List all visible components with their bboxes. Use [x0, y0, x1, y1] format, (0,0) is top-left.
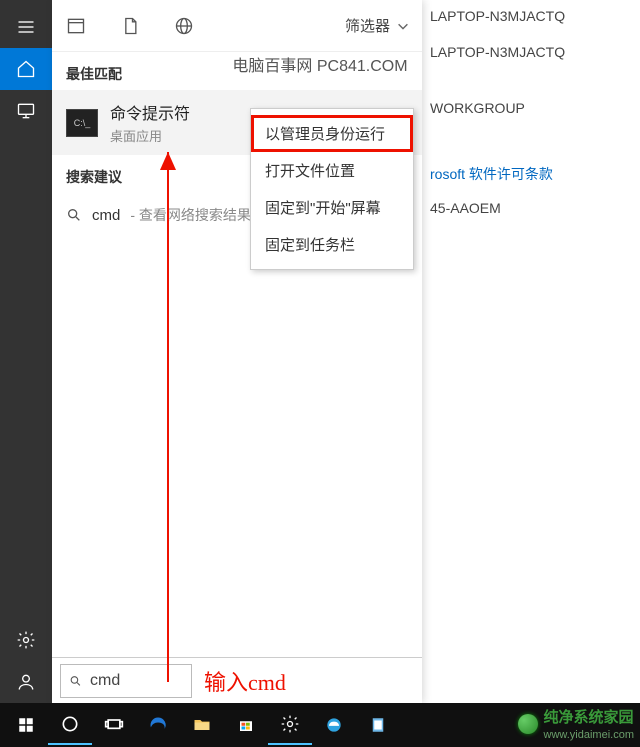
- filter-dropdown[interactable]: 筛选器: [345, 15, 410, 36]
- hamburger-icon: [16, 17, 36, 37]
- info-line: WORKGROUP: [430, 92, 565, 124]
- notepad-button[interactable]: [356, 705, 400, 745]
- window-icon[interactable]: [64, 14, 88, 38]
- search-icon: [69, 673, 82, 689]
- globe-icon[interactable]: [172, 14, 196, 38]
- chevron-down-icon: [396, 19, 410, 33]
- best-match-subtitle: 桌面应用: [110, 126, 190, 145]
- user-icon: [16, 672, 36, 692]
- user-button[interactable]: [0, 661, 52, 703]
- ctx-run-as-admin[interactable]: 以管理员身份运行: [251, 115, 413, 152]
- gear-icon: [16, 630, 36, 650]
- edge-button[interactable]: [136, 705, 180, 745]
- cortana-button[interactable]: [48, 705, 92, 745]
- settings-button[interactable]: [0, 619, 52, 661]
- taskbar: [0, 703, 640, 747]
- store-button[interactable]: [224, 705, 268, 745]
- explorer-button[interactable]: [180, 705, 224, 745]
- cmd-icon: C:\_: [66, 109, 98, 137]
- license-link[interactable]: rosoft 软件许可条款: [430, 156, 565, 192]
- annotation-input-cmd: 输入cmd: [204, 665, 286, 697]
- best-match-title: 命令提示符: [110, 100, 190, 124]
- ctx-pin-start[interactable]: 固定到"开始"屏幕: [251, 189, 413, 226]
- settings-taskbar-button[interactable]: [268, 705, 312, 745]
- context-menu: 以管理员身份运行 打开文件位置 固定到"开始"屏幕 固定到任务栏: [250, 108, 414, 270]
- panel-toolbar: 筛选器: [52, 0, 422, 52]
- search-footer: 输入cmd: [52, 657, 422, 703]
- ctx-pin-taskbar[interactable]: 固定到任务栏: [251, 226, 413, 263]
- nav-rail: [0, 0, 52, 703]
- info-line: LAPTOP-N3MJACTQ: [430, 36, 565, 68]
- ctx-open-location[interactable]: 打开文件位置: [251, 152, 413, 189]
- start-button[interactable]: [4, 705, 48, 745]
- home-button[interactable]: [0, 48, 52, 90]
- suggestion-query: cmd: [92, 207, 120, 224]
- home-icon: [16, 59, 36, 79]
- monitor-button[interactable]: [0, 90, 52, 132]
- search-box[interactable]: [60, 664, 192, 698]
- filter-label: 筛选器: [345, 15, 390, 36]
- search-panel: 筛选器 最佳匹配 C:\_ 命令提示符 桌面应用 搜索建议 cmd - 查看网络…: [52, 0, 422, 703]
- menu-button[interactable]: [0, 6, 52, 48]
- taskview-button[interactable]: [92, 705, 136, 745]
- system-info-snippets: LAPTOP-N3MJACTQ LAPTOP-N3MJACTQ WORKGROU…: [430, 0, 565, 224]
- monitor-icon: [16, 101, 36, 121]
- info-line: 45-AAOEM: [430, 192, 565, 224]
- search-input[interactable]: [90, 672, 183, 690]
- ie-button[interactable]: [312, 705, 356, 745]
- search-icon: [66, 207, 82, 223]
- suggestion-suffix: - 查看网络搜索结果: [130, 205, 251, 225]
- info-line: LAPTOP-N3MJACTQ: [430, 0, 565, 32]
- best-match-header: 最佳匹配: [52, 52, 422, 90]
- document-icon[interactable]: [118, 14, 142, 38]
